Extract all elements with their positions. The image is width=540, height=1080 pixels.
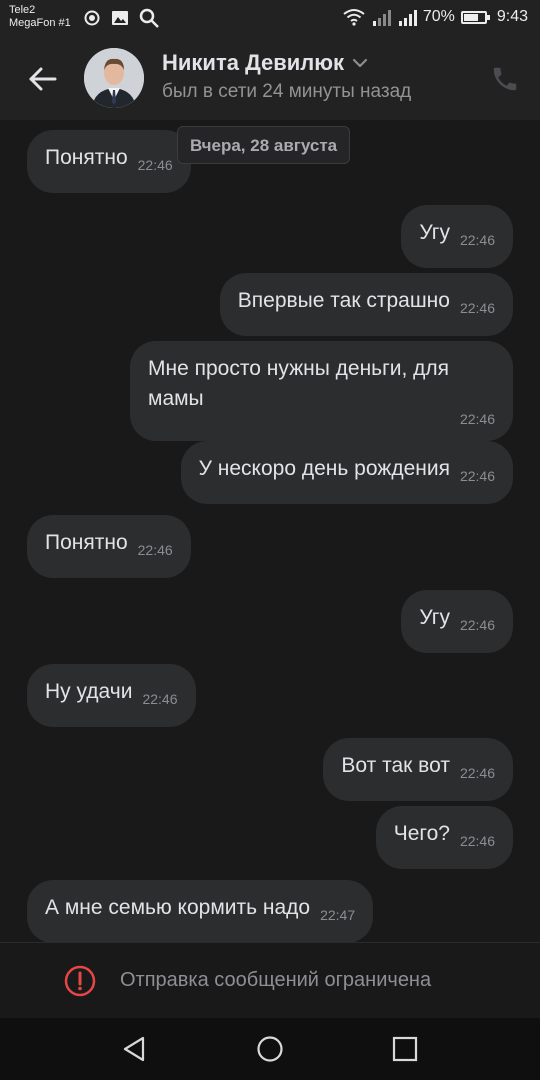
message-bubble-outgoing[interactable]: Угу 22:46: [401, 205, 513, 268]
carrier-1: Tele2: [9, 4, 36, 16]
battery-percent: 70%: [422, 8, 455, 25]
phone-call-icon[interactable]: [490, 64, 520, 94]
clock: 9:43: [496, 8, 528, 25]
signal-icon-sim2: [398, 10, 417, 26]
contact-name: Никита Девилюк: [162, 50, 345, 75]
message-time: 22:46: [459, 617, 495, 633]
message-time: 22:46: [459, 833, 495, 849]
nav-back-icon[interactable]: [121, 1035, 149, 1063]
message-time: 22:47: [320, 907, 356, 923]
back-arrow-icon[interactable]: [26, 62, 60, 96]
message-time: 22:46: [137, 542, 173, 558]
hotspot-icon: [84, 10, 100, 26]
avatar[interactable]: [84, 48, 144, 108]
message-bubble-incoming[interactable]: Понятно 22:46: [27, 130, 191, 193]
message-text: Угу: [419, 606, 450, 629]
signal-icon-sim1: [372, 10, 391, 26]
restriction-text: Отправка сообщений ограничена: [120, 969, 432, 991]
message-time: 22:46: [142, 691, 178, 707]
message-text: У нескоро день рождения: [198, 457, 450, 480]
message-bubble-outgoing[interactable]: Чего? 22:46: [375, 806, 513, 869]
message-bubble-outgoing[interactable]: Впервые так страшно 22:46: [219, 273, 513, 336]
battery-icon: [460, 10, 490, 24]
chevron-down-icon: [352, 58, 368, 68]
message-text: Ну удачи: [45, 680, 133, 703]
message-time: 22:46: [459, 411, 495, 427]
carrier-info: Tele2 MegaFon #1: [9, 4, 71, 30]
message-bubble-outgoing[interactable]: Мне просто нужны деньги, для мамы 22:46: [130, 341, 513, 441]
nav-home-icon[interactable]: [256, 1035, 284, 1063]
message-text: Впервые так страшно: [237, 289, 450, 312]
search-icon: [139, 8, 159, 28]
message-time: 22:46: [459, 232, 495, 248]
date-separator: Вчера, 28 августа: [177, 126, 351, 164]
message-time: 22:46: [459, 468, 495, 484]
carrier-2: MegaFon #1: [9, 17, 71, 29]
gallery-icon: [112, 11, 128, 25]
system-status: 70% 9:43: [343, 8, 528, 26]
message-text: Мне просто нужны деньги, для мамы: [148, 357, 450, 410]
message-bubble-incoming[interactable]: Понятно 22:46: [27, 515, 191, 578]
message-time: 22:46: [459, 300, 495, 316]
contact-name-row[interactable]: Никита Девилюк: [162, 50, 368, 76]
alert-circle-icon: [64, 965, 96, 997]
message-bubble-outgoing[interactable]: Угу 22:46: [401, 590, 513, 653]
messaging-restricted-bar: Отправка сообщений ограничена: [0, 942, 540, 1018]
message-text: Чего?: [393, 822, 450, 845]
message-bubble-incoming[interactable]: А мне семью кормить надо 22:47: [27, 880, 374, 942]
battery-fill: [463, 13, 478, 21]
chat-header: Никита Девилюк был в сети 24 минуты наза…: [0, 38, 540, 120]
message-bubble-outgoing[interactable]: У нескоро день рождения 22:46: [180, 441, 513, 504]
message-text: Понятно: [45, 146, 128, 169]
message-bubble-outgoing[interactable]: Вот так вот 22:46: [323, 738, 513, 801]
system-nav-bar: [0, 1018, 540, 1080]
message-text: А мне семью кормить надо: [45, 896, 311, 919]
last-seen-status: был в сети 24 минуты назад: [162, 81, 412, 102]
status-bar: Tele2 MegaFon #1 70% 9:43: [0, 0, 540, 38]
message-text: Вот так вот: [341, 754, 450, 777]
wifi-icon: [343, 9, 365, 26]
message-time: 22:46: [459, 765, 495, 781]
notification-icons: [82, 7, 160, 29]
avatar-image: [84, 48, 144, 108]
message-bubble-incoming[interactable]: Ну удачи 22:46: [27, 664, 196, 727]
nav-recents-icon[interactable]: [391, 1035, 419, 1063]
message-text: Угу: [419, 221, 450, 244]
message-time: 22:46: [137, 157, 173, 173]
message-text: Понятно: [45, 531, 128, 554]
message-list[interactable]: Понятно 22:46 Вчера, 28 августа Угу 22:46 …: [0, 120, 540, 942]
